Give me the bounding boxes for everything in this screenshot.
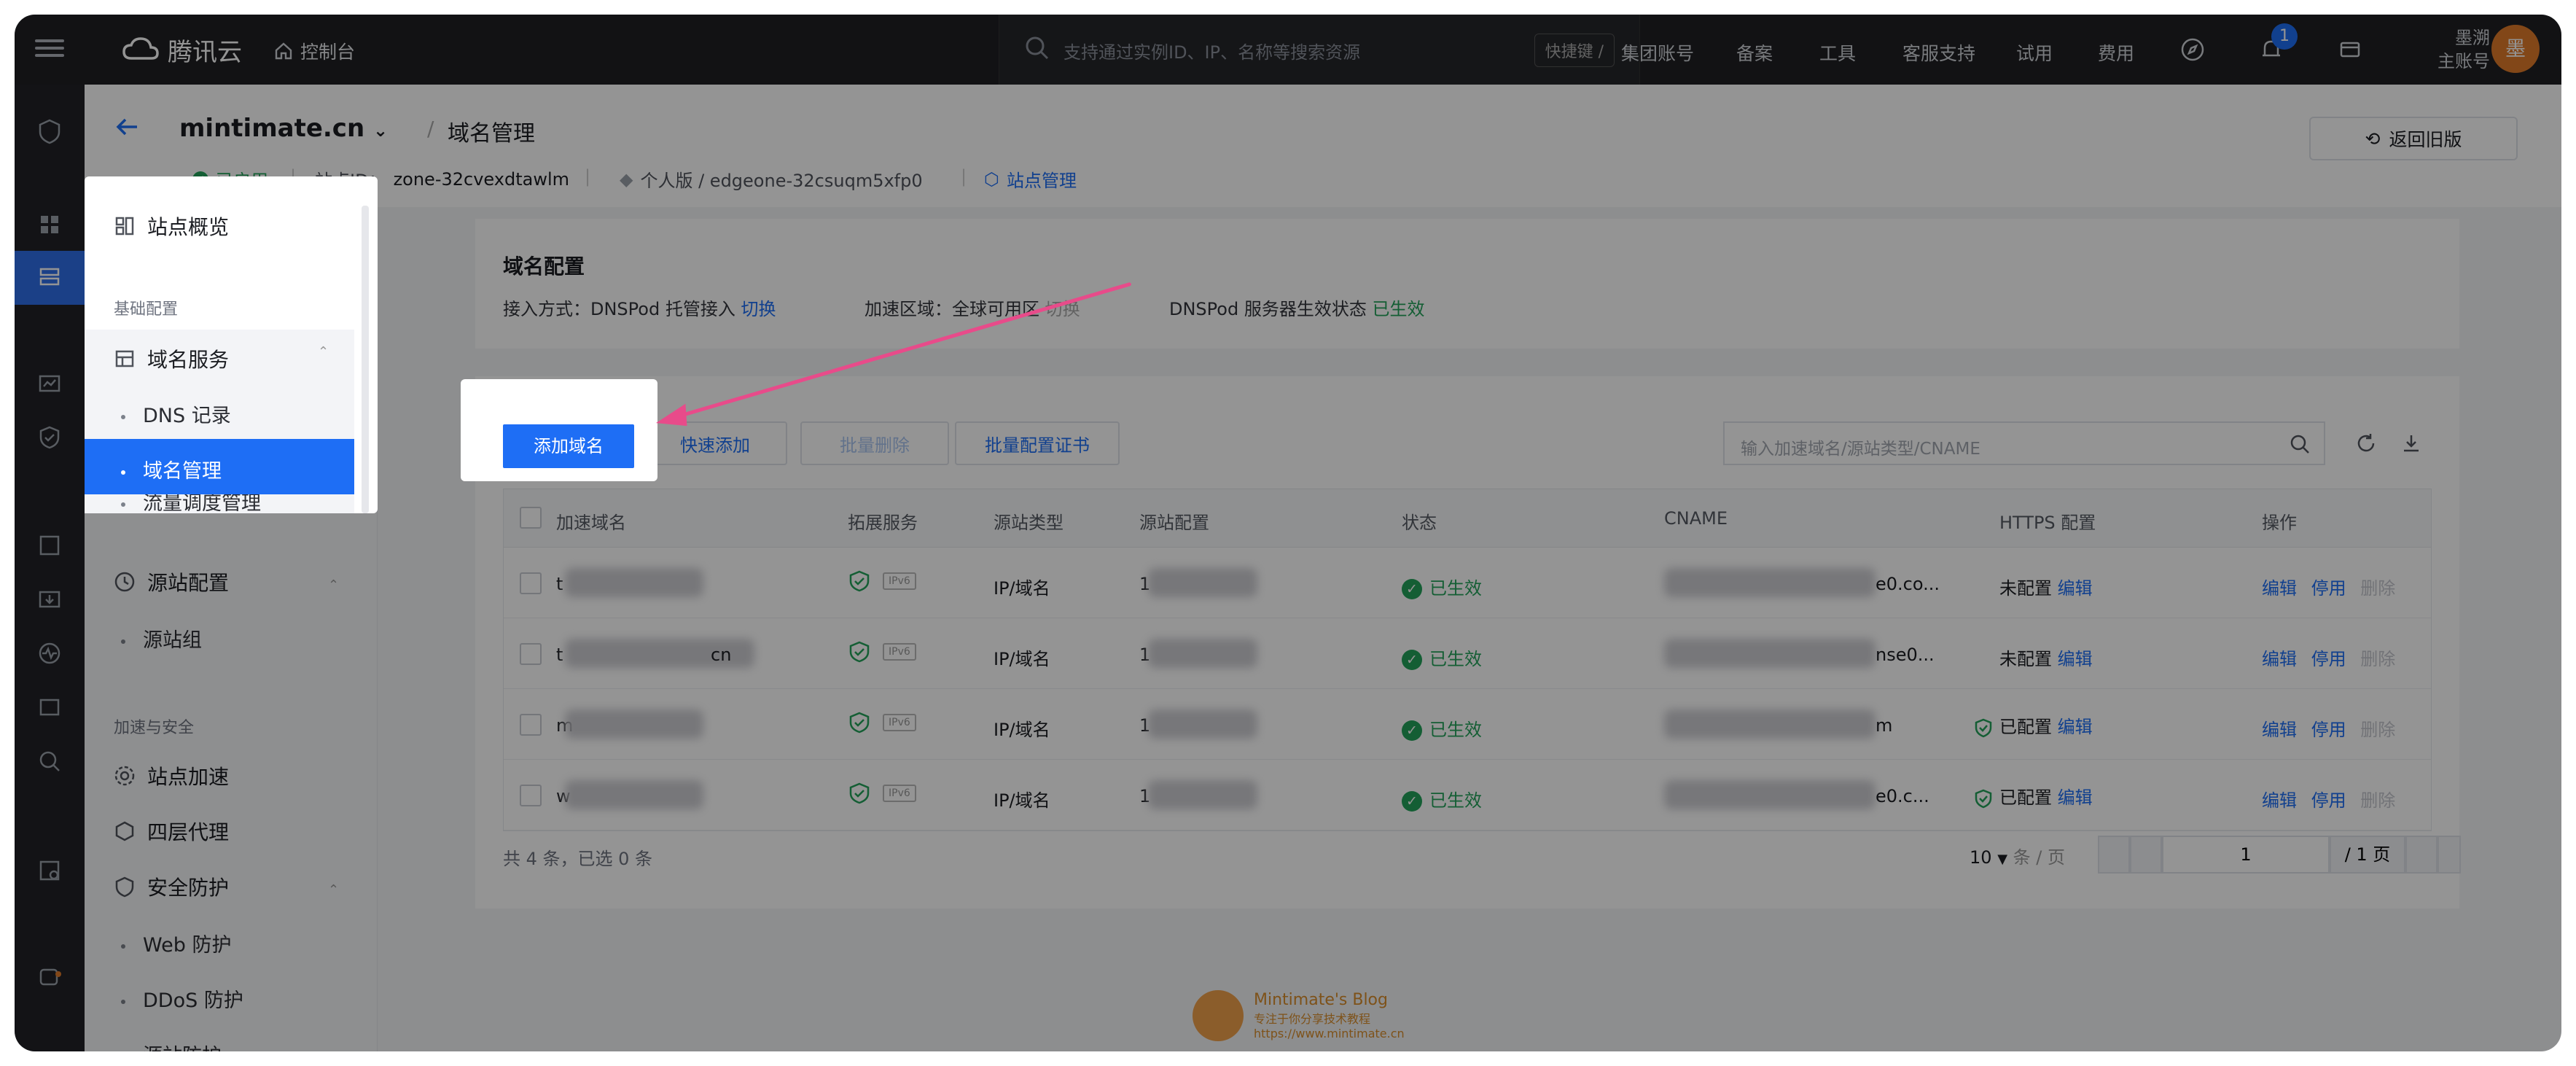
dim-overlay — [15, 15, 2561, 1051]
sidebar-item-domain-manage[interactable]: 域名管理 — [85, 439, 354, 494]
chevron-up-icon[interactable]: ⌃ — [318, 344, 329, 359]
sidebar-item-dns-records[interactable]: DNS 记录 — [85, 384, 354, 439]
overview-label: 站点概览 — [147, 215, 230, 239]
app-window: 腾讯云 控制台 支持通过实例ID、IP、名称等搜索资源 快捷键 / 集团账号 备… — [15, 15, 2561, 1051]
dns-records-label: DNS 记录 — [143, 405, 231, 427]
sidebar-scrollbar[interactable] — [362, 206, 369, 513]
sidebar-item-domain-service[interactable]: 域名服务 ⌃ — [85, 330, 354, 384]
highlight-sidebar: 站点概览 基础配置 域名服务 ⌃ DNS 记录 域名管理 流量调度管理 — [85, 176, 378, 513]
overview-icon — [115, 217, 134, 236]
add-domain-button[interactable]: 添加域名 — [503, 424, 634, 468]
highlight-add: 添加域名 — [461, 379, 657, 481]
sidebar-item-traffic[interactable]: 流量调度管理 — [85, 494, 354, 513]
domain-service-label: 域名服务 — [147, 348, 230, 372]
domain-manage-label: 域名管理 — [143, 460, 222, 483]
sidebar-item-overview[interactable]: 站点概览 — [114, 211, 229, 241]
traffic-label: 流量调度管理 — [143, 494, 261, 513]
section-basic-config: 基础配置 — [114, 300, 179, 319]
server-icon — [115, 350, 134, 367]
